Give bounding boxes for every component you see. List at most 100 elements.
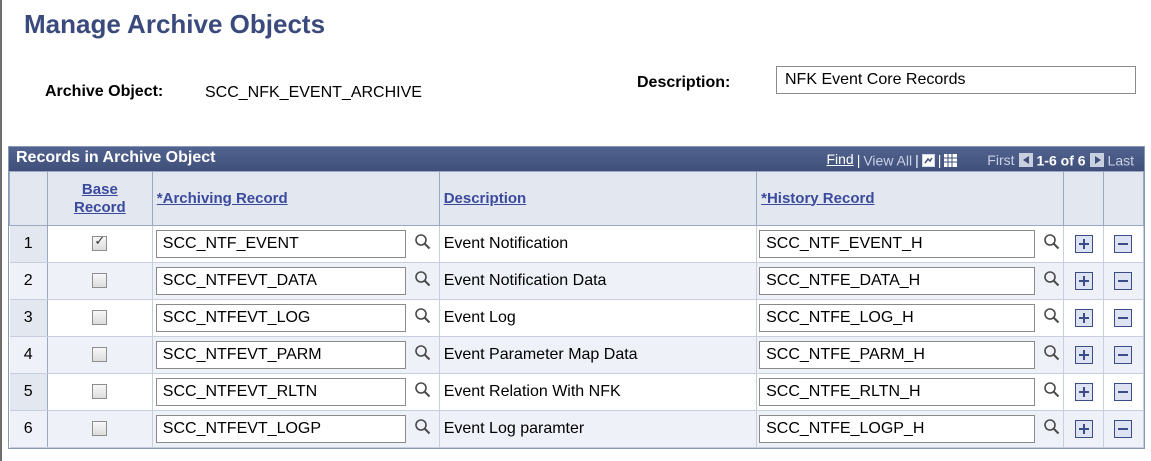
archiving-record-input[interactable]: SCC_NTFEVT_LOG (155, 304, 406, 332)
minus-icon[interactable] (1114, 234, 1133, 253)
history-record-input[interactable]: SCC_NTFE_LOG_H (759, 304, 1036, 332)
find-link[interactable]: Find (826, 151, 853, 167)
table-row: 1 SCC_NTF_EVENT Event Notification SCC_N… (9, 225, 1145, 263)
history-record-header[interactable]: *History Record (756, 171, 1065, 226)
minus-icon[interactable] (1114, 271, 1133, 290)
row-number: 1 (9, 225, 48, 263)
archiving-record-input[interactable]: SCC_NTFEVT_DATA (155, 267, 406, 295)
minus-icon[interactable] (1114, 345, 1133, 364)
description-cell: Event Parameter Map Data (439, 336, 758, 374)
plus-icon[interactable] (1074, 345, 1093, 364)
description-cell: Event Log (439, 299, 758, 337)
grid-title: Records in Archive Object (16, 149, 216, 166)
row-number: 5 (9, 373, 48, 411)
history-record-cell: SCC_NTF_EVENT_H (756, 225, 1065, 263)
base-record-header[interactable]: Base Record (46, 171, 153, 226)
history-record-cell: SCC_NTFE_DATA_H (756, 262, 1065, 300)
history-record-cell: SCC_NTFE_PARM_H (756, 336, 1065, 374)
add-row-cell (1063, 299, 1104, 337)
delete-row-cell (1103, 336, 1145, 374)
delete-row-cell (1103, 262, 1145, 300)
archiving-record-link[interactable]: *Archiving Record (153, 190, 288, 207)
row-number-header (9, 171, 48, 226)
base-record-checkbox[interactable] (92, 384, 108, 400)
last-label: Last (1107, 152, 1134, 169)
row-number: 2 (9, 262, 48, 300)
description-cell: Event Notification Data (439, 262, 758, 300)
add-row-cell (1063, 373, 1104, 411)
history-record-input[interactable]: SCC_NTFE_LOGP_H (759, 415, 1036, 443)
add-row-cell (1063, 336, 1104, 374)
history-record-input[interactable]: SCC_NTFE_RLTN_H (759, 378, 1036, 406)
magnifier-icon[interactable] (414, 307, 431, 329)
grid-icon[interactable] (944, 153, 958, 167)
minus-icon[interactable] (1114, 382, 1133, 401)
history-record-input[interactable]: SCC_NTF_EVENT_H (759, 230, 1036, 258)
base-record-cell (47, 336, 153, 374)
base-record-cell (47, 373, 153, 411)
archiving-record-cell: SCC_NTF_EVENT (152, 225, 440, 263)
plus-icon[interactable] (1074, 419, 1093, 438)
archiving-record-header[interactable]: *Archiving Record (151, 171, 440, 226)
page-title: Manage Archive Objects (24, 9, 326, 39)
description-header[interactable]: Description (438, 171, 758, 226)
history-record-link[interactable]: *History Record (757, 190, 874, 207)
plus-icon[interactable] (1074, 382, 1093, 401)
base-record-line2: Record (74, 198, 126, 216)
row-number: 4 (9, 336, 48, 374)
row-range: 1-6 of 6 (1036, 152, 1086, 169)
magnifier-icon[interactable] (414, 344, 431, 366)
base-record-cell (47, 299, 153, 337)
add-row-cell (1063, 262, 1104, 300)
view-all-link[interactable]: View All (863, 152, 912, 168)
archiving-record-input[interactable]: SCC_NTF_EVENT (155, 230, 406, 258)
magnifier-icon[interactable] (414, 233, 431, 255)
history-record-input[interactable]: SCC_NTFE_PARM_H (759, 341, 1036, 369)
table-header-row: Base Record *Archiving Record Description… (9, 171, 1145, 226)
archive-object-label: Archive Object: (45, 83, 164, 100)
archiving-record-input[interactable]: SCC_NTFEVT_RLTN (155, 378, 406, 406)
magnifier-icon[interactable] (414, 381, 431, 403)
zoom-icon[interactable] (921, 153, 935, 167)
archiving-record-input[interactable]: SCC_NTFEVT_LOGP (155, 415, 406, 443)
base-record-checkbox[interactable] (92, 421, 108, 437)
base-record-checkbox[interactable] (92, 273, 108, 289)
left-border (0, 0, 2, 461)
row-number: 6 (9, 410, 48, 448)
minus-icon[interactable] (1114, 308, 1133, 327)
history-record-cell: SCC_NTFE_LOG_H (756, 299, 1065, 337)
table-row: 3 SCC_NTFEVT_LOG Event Log SCC_NTFE_LOG_… (9, 299, 1145, 337)
next-arrow-icon[interactable] (1089, 153, 1104, 168)
magnifier-icon[interactable] (1043, 418, 1060, 440)
records-grid: Records in Archive Object Find | View All |… (8, 146, 1145, 449)
description-cell: Event Log paramter (439, 410, 758, 448)
plus-icon[interactable] (1074, 271, 1093, 290)
archiving-record-input[interactable]: SCC_NTFEVT_PARM (155, 341, 406, 369)
magnifier-icon[interactable] (1043, 381, 1060, 403)
minus-icon[interactable] (1114, 419, 1133, 438)
previous-arrow-icon[interactable] (1018, 153, 1033, 168)
history-record-input[interactable]: SCC_NTFE_DATA_H (759, 267, 1036, 295)
magnifier-icon[interactable] (414, 418, 431, 440)
description-link[interactable]: Description (440, 190, 527, 207)
magnifier-icon[interactable] (1043, 307, 1060, 329)
base-record-checkbox[interactable] (92, 310, 108, 326)
magnifier-icon[interactable] (1043, 233, 1060, 255)
base-record-cell (47, 410, 153, 448)
description-field[interactable]: NFK Event Core Records (776, 66, 1136, 94)
base-record-link[interactable]: Base Record (74, 181, 126, 216)
base-record-checkbox[interactable] (92, 234, 108, 252)
magnifier-icon[interactable] (1043, 344, 1060, 366)
plus-icon[interactable] (1074, 308, 1093, 327)
archiving-record-cell: SCC_NTFEVT_LOGP (152, 410, 440, 448)
description-label: Description: (637, 74, 731, 91)
base-record-checkbox[interactable] (92, 347, 108, 363)
plus-icon[interactable] (1074, 234, 1093, 253)
magnifier-icon[interactable] (414, 270, 431, 292)
first-label: First (987, 152, 1015, 169)
row-number: 3 (9, 299, 48, 337)
magnifier-icon[interactable] (1043, 270, 1060, 292)
grid-header-bar: Records in Archive Object Find | View All |… (9, 147, 1144, 171)
table-row: 6 SCC_NTFEVT_LOGP Event Log paramter SCC… (9, 410, 1145, 448)
description-cell: Event Notification (439, 225, 758, 263)
